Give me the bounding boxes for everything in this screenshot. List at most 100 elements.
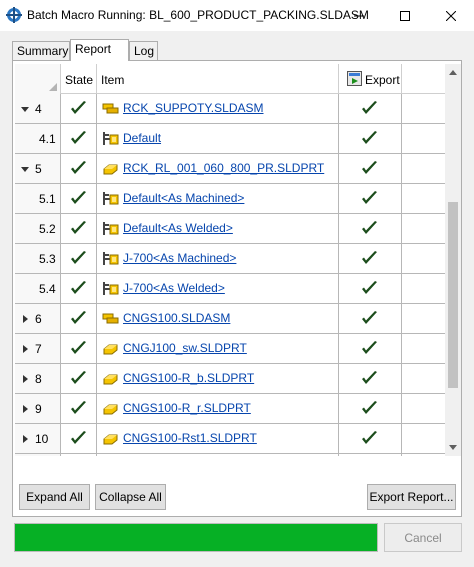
tab-report[interactable]: Report bbox=[70, 39, 129, 61]
item-link[interactable]: J-700<As Machined> bbox=[123, 251, 236, 265]
item-cell: CNGJ100_sw.SLDPRT bbox=[97, 334, 339, 363]
row-number-cell[interactable]: 5.4 bbox=[15, 274, 61, 303]
item-link[interactable]: Default<As Welded> bbox=[123, 221, 233, 235]
scroll-down-icon[interactable] bbox=[445, 439, 461, 456]
tab-log[interactable]: Log bbox=[129, 41, 158, 60]
vertical-scrollbar[interactable] bbox=[445, 64, 461, 456]
grid-header: State Item Export bbox=[15, 64, 445, 94]
item-cell: CNGS100.SLDASM bbox=[97, 304, 339, 333]
header-item[interactable]: Item bbox=[97, 64, 339, 94]
maximize-icon bbox=[400, 10, 410, 21]
table-row[interactable]: 4 RCK_SUPPOTY.SLDASM bbox=[15, 94, 445, 124]
table-row[interactable]: 10 CNGS100-Rst1.SLDPRT bbox=[15, 424, 445, 454]
export-cell bbox=[339, 304, 402, 333]
row-number-cell[interactable]: 7 bbox=[15, 334, 61, 363]
table-row[interactable]: 11 ROLLER_1A3410_0061_800.SLDASM bbox=[15, 454, 445, 456]
close-icon bbox=[446, 10, 456, 21]
table-row[interactable]: 5.2 Default<As Welded> bbox=[15, 214, 445, 244]
expand-triangle-right-icon[interactable] bbox=[21, 345, 29, 353]
state-cell bbox=[61, 304, 97, 333]
checkmark-icon bbox=[71, 221, 86, 234]
row-number-cell[interactable]: 5 bbox=[15, 154, 61, 183]
table-row[interactable]: 7 CNGJ100_sw.SLDPRT bbox=[15, 334, 445, 364]
expand-triangle-right-icon[interactable] bbox=[21, 315, 29, 323]
scroll-up-icon[interactable] bbox=[445, 64, 461, 81]
expand-triangle-down-icon[interactable] bbox=[21, 165, 29, 173]
filler-cell bbox=[402, 334, 445, 363]
cancel-button[interactable]: Cancel bbox=[384, 523, 462, 552]
item-link[interactable]: RCK_SUPPOTY.SLDASM bbox=[123, 101, 264, 115]
filler-cell bbox=[402, 424, 445, 453]
checkmark-icon bbox=[362, 371, 377, 384]
table-row[interactable]: 5.3 J-700<As Machined> bbox=[15, 244, 445, 274]
export-cell bbox=[339, 184, 402, 213]
item-link[interactable]: RCK_RL_001_060_800_PR.SLDPRT bbox=[123, 161, 324, 175]
row-number-cell[interactable]: 5.3 bbox=[15, 244, 61, 273]
table-row[interactable]: 6 CNGS100.SLDASM bbox=[15, 304, 445, 334]
minimize-button[interactable] bbox=[336, 0, 382, 31]
item-link[interactable]: CNGS100-Rst1.SLDPRT bbox=[123, 431, 257, 445]
collapse-all-button[interactable]: Collapse All bbox=[95, 484, 166, 510]
row-number-cell[interactable]: 5.2 bbox=[15, 214, 61, 243]
expand-all-button[interactable]: Expand All bbox=[19, 484, 90, 510]
export-icon bbox=[347, 71, 362, 86]
item-link[interactable]: Default<As Machined> bbox=[123, 191, 244, 205]
row-number-cell[interactable]: 4 bbox=[15, 94, 61, 123]
row-number: 5.1 bbox=[39, 192, 56, 206]
table-row[interactable]: 5.1 Default<As Machined> bbox=[15, 184, 445, 214]
header-export[interactable]: Export bbox=[339, 64, 402, 94]
export-cell bbox=[339, 124, 402, 153]
row-number: 6 bbox=[35, 312, 42, 326]
header-row-number[interactable] bbox=[15, 64, 61, 94]
row-number-cell[interactable]: 8 bbox=[15, 364, 61, 393]
state-cell bbox=[61, 424, 97, 453]
table-row[interactable]: 5 RCK_RL_001_060_800_PR.SLDPRT bbox=[15, 154, 445, 184]
part-icon bbox=[103, 404, 118, 415]
checkmark-icon bbox=[71, 431, 86, 444]
export-cell bbox=[339, 244, 402, 273]
item-link[interactable]: CNGS100-R_b.SLDPRT bbox=[123, 371, 254, 385]
scroll-thumb[interactable] bbox=[448, 202, 458, 388]
export-report-button[interactable]: Export Report... bbox=[367, 484, 456, 510]
row-number-cell[interactable]: 10 bbox=[15, 424, 61, 453]
expand-triangle-right-icon[interactable] bbox=[21, 375, 29, 383]
row-number-cell[interactable]: 4.1 bbox=[15, 124, 61, 153]
item-link[interactable]: CNGJ100_sw.SLDPRT bbox=[123, 341, 247, 355]
item-link[interactable]: J-700<As Welded> bbox=[123, 281, 225, 295]
checkmark-icon bbox=[71, 371, 86, 384]
assembly-icon bbox=[102, 313, 119, 324]
filler-cell bbox=[402, 244, 445, 273]
tab-summary[interactable]: Summary bbox=[12, 41, 70, 60]
item-cell: J-700<As Welded> bbox=[97, 274, 339, 303]
checkmark-icon bbox=[71, 401, 86, 414]
checkmark-icon bbox=[71, 161, 86, 174]
expand-triangle-right-icon[interactable] bbox=[21, 405, 29, 413]
expand-triangle-right-icon[interactable] bbox=[21, 435, 29, 443]
table-row[interactable]: 9 CNGS100-R_r.SLDPRT bbox=[15, 394, 445, 424]
filler-cell bbox=[402, 214, 445, 243]
table-row[interactable]: 8 CNGS100-R_b.SLDPRT bbox=[15, 364, 445, 394]
row-number: 5.4 bbox=[39, 282, 56, 296]
row-number: 9 bbox=[35, 402, 42, 416]
close-button[interactable] bbox=[428, 0, 474, 31]
item-link[interactable]: Default bbox=[123, 131, 161, 145]
state-cell bbox=[61, 184, 97, 213]
item-link[interactable]: CNGS100-R_r.SLDPRT bbox=[123, 401, 251, 415]
maximize-button[interactable] bbox=[382, 0, 428, 31]
header-state[interactable]: State bbox=[61, 64, 97, 94]
item-link[interactable]: CNGS100.SLDASM bbox=[123, 311, 230, 325]
row-number-cell[interactable]: 9 bbox=[15, 394, 61, 423]
row-number: 10 bbox=[35, 432, 49, 446]
window-title: Batch Macro Running: BL_600_PRODUCT_PACK… bbox=[27, 8, 369, 22]
row-number-cell[interactable]: 6 bbox=[15, 304, 61, 333]
row-number-cell[interactable]: 5.1 bbox=[15, 184, 61, 213]
expand-triangle-down-icon[interactable] bbox=[21, 105, 29, 113]
item-cell: Default<As Welded> bbox=[97, 214, 339, 243]
row-number-cell[interactable]: 11 bbox=[15, 454, 61, 456]
table-row[interactable]: 5.4 J-700<As Welded> bbox=[15, 274, 445, 304]
item-cell: RCK_SUPPOTY.SLDASM bbox=[97, 94, 339, 123]
checkmark-icon bbox=[71, 131, 86, 144]
table-row[interactable]: 4.1 Default bbox=[15, 124, 445, 154]
export-cell bbox=[339, 334, 402, 363]
export-cell bbox=[339, 274, 402, 303]
